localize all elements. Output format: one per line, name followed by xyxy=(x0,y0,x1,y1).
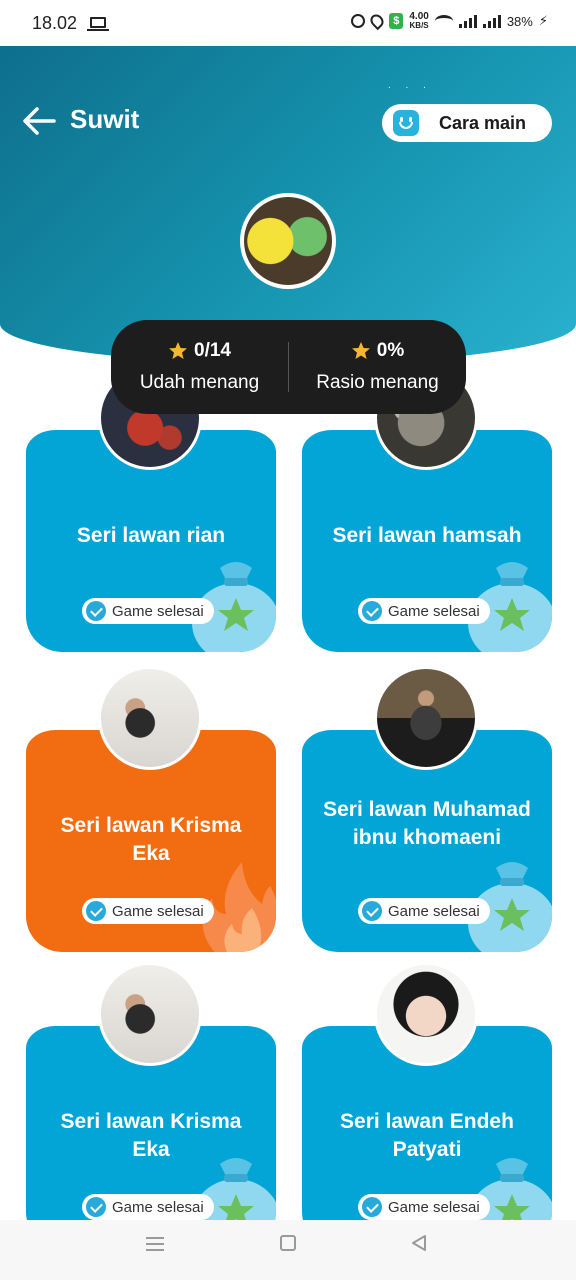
status-icons: $ 4.00 KB/S 38% ⚡ xyxy=(351,11,548,31)
ratio-label: Rasio menang xyxy=(316,372,439,393)
ratio-stat: 0% Rasio menang xyxy=(289,340,466,394)
star-icon xyxy=(351,342,370,359)
back-icon[interactable] xyxy=(410,1234,428,1252)
back-arrow-icon[interactable] xyxy=(22,106,56,136)
how-to-play-button[interactable]: Cara main xyxy=(382,104,552,142)
home-icon[interactable] xyxy=(280,1235,296,1251)
status-bar: 18.02 $ 4.00 KB/S 38% ⚡ xyxy=(0,0,576,46)
check-icon xyxy=(86,601,106,621)
alarm-icon xyxy=(351,14,366,28)
dollar-icon: $ xyxy=(389,13,404,29)
match-card[interactable]: Seri lawan Endeh Patyati Game selesai xyxy=(302,962,552,1248)
match-card[interactable]: Seri lawan Krisma Eka Game selesai xyxy=(26,666,276,952)
wins-value: 0/14 xyxy=(194,340,231,361)
check-icon xyxy=(362,601,382,621)
charging-icon: ⚡ xyxy=(538,13,548,28)
opponent-avatar xyxy=(374,962,478,1066)
check-icon xyxy=(362,1197,382,1217)
status-badge: Game selesai xyxy=(358,598,490,624)
opponent-avatar xyxy=(98,962,202,1066)
opponent-avatar xyxy=(98,666,202,770)
page-title: Suwit xyxy=(70,104,140,134)
opponent-avatar xyxy=(374,666,478,770)
signal-icon xyxy=(482,14,501,28)
sparkle-dots: . . . xyxy=(388,80,432,91)
status-time: 18.02 xyxy=(32,13,78,33)
laptop-icon xyxy=(87,17,109,31)
network-speed: 4.00 KB/S xyxy=(409,11,429,31)
recent-apps-icon[interactable] xyxy=(146,1237,164,1251)
status-badge: Game selesai xyxy=(82,1194,214,1220)
battery-level: 38% xyxy=(506,13,533,29)
star-icon xyxy=(169,342,187,359)
status-badge: Game selesai xyxy=(358,1194,490,1220)
check-icon xyxy=(86,901,106,921)
how-to-play-label: Cara main xyxy=(439,112,527,133)
check-icon xyxy=(86,1197,106,1217)
wifi-icon xyxy=(434,15,453,27)
smile-icon xyxy=(393,110,419,136)
status-badge: Game selesai xyxy=(358,898,490,924)
stats-panel: 0/14 Udah menang 0% Rasio menang xyxy=(111,320,466,414)
ratio-value: 0% xyxy=(376,340,405,361)
status-badge: Game selesai xyxy=(82,598,214,624)
match-card-title: Seri lawan hamsah xyxy=(332,524,522,547)
match-card[interactable]: Seri lawan Krisma Eka Game selesai xyxy=(26,962,276,1248)
wins-stat: 0/14 Udah menang xyxy=(111,340,288,394)
match-card-title: Seri lawan Muhamad ibnu khomaeni xyxy=(323,798,531,849)
match-card-title: Seri lawan rian xyxy=(76,524,226,547)
signal-icon xyxy=(458,14,477,28)
check-icon xyxy=(362,901,382,921)
location-icon xyxy=(368,11,387,31)
match-card[interactable]: Seri lawan Muhamad ibnu khomaeni Game se… xyxy=(302,666,552,952)
user-avatar xyxy=(240,193,336,289)
system-nav-bar xyxy=(0,1220,576,1280)
wins-label: Udah menang xyxy=(139,372,260,393)
status-badge: Game selesai xyxy=(82,898,214,924)
